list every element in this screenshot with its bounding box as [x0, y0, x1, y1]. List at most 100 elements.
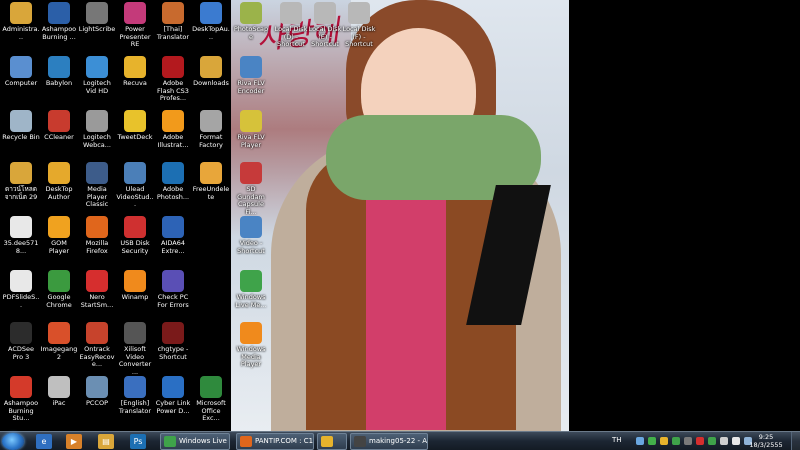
desktop-icon[interactable]: Babylon [40, 56, 78, 88]
desktop-icon[interactable]: Riva FLV Player [232, 110, 270, 149]
desktop-icon[interactable]: Ulead VideoStud... [116, 162, 154, 209]
media-player-quicklaunch-icon[interactable]: ▶ [66, 434, 82, 449]
desktop-icon[interactable]: Power Presenter RE [116, 2, 154, 49]
recycle-bin-icon [10, 110, 32, 132]
desktop-icon[interactable]: ดาวน์โหลดจากเน็ต 29 [2, 162, 40, 201]
desktop-icon[interactable]: [Thai] Translator [154, 2, 192, 41]
volume-icon[interactable] [732, 437, 740, 445]
desktop-icon[interactable]: LightScribe [78, 2, 116, 34]
desktop-icon[interactable]: Adobe Photosh... [154, 162, 192, 201]
desktop-icon[interactable]: Check PC For Errors [154, 270, 192, 309]
battery-icon[interactable] [720, 437, 728, 445]
desktop-icon[interactable]: AIDA64 Extre... [154, 216, 192, 255]
desktop-icon-label: Local Disk (F) - Shortcut [342, 25, 376, 48]
desktop-icon-label: Adobe Flash CS3 Profes... [157, 79, 189, 102]
desktop-icon[interactable]: Recuva [116, 56, 154, 88]
desktop-icon[interactable]: USB Disk Security [116, 216, 154, 255]
desktop-icon[interactable]: Local Disk (E) - Shortcut [306, 2, 344, 49]
photoshop-quicklaunch-icon[interactable]: Ps [130, 434, 146, 449]
desktop-icon[interactable]: Administra... [2, 2, 40, 41]
desktop-icon[interactable]: Microsoft Office Exc... [192, 376, 230, 423]
desktop-icon[interactable]: Windows Media Player [232, 322, 270, 369]
language-indicator[interactable]: TH [612, 436, 622, 444]
desktop-icon[interactable]: CCleaner [40, 110, 78, 142]
tray-app-icon[interactable] [660, 437, 668, 445]
desktop-icon[interactable]: [English] Translator [116, 376, 154, 415]
desktop-icon-label: Imagegang2 [40, 345, 78, 361]
desktop-icon[interactable]: Riva FLV Encoder [232, 56, 270, 95]
tray-app-icon-2[interactable] [684, 437, 692, 445]
desktop-icon[interactable]: Recycle Bin [2, 110, 40, 142]
desktop-icon[interactable]: Adobe Illustrat... [154, 110, 192, 149]
desktop-icon[interactable]: DeskTopAu... [192, 2, 230, 41]
desktop-icon[interactable]: PDFSlideS... [2, 270, 40, 309]
start-button[interactable] [2, 433, 24, 450]
taskbar: e ▶ ▤ Ps Windows Live Me... PANTIP.COM : … [0, 431, 800, 450]
translator-icon [124, 376, 146, 398]
desktop-icon[interactable]: Format Factory [192, 110, 230, 149]
media-player-icon [86, 162, 108, 184]
desktop-icon[interactable]: Google Chrome [40, 270, 78, 309]
desktop-icon-label: AIDA64 Extre... [161, 239, 185, 255]
desktop-icon-label: Winamp [121, 293, 149, 301]
taskbar-task-button[interactable] [317, 433, 347, 450]
messenger-tray-icon[interactable] [672, 437, 680, 445]
security-tray-icon[interactable] [696, 437, 704, 445]
internet-explorer-icon[interactable]: e [36, 434, 52, 449]
taskbar-task-button[interactable]: Windows Live Me... [160, 433, 230, 450]
desktop-icon[interactable]: Logitech Webca... [78, 110, 116, 149]
desktop-icon[interactable]: Mozilla Firefox [78, 216, 116, 255]
desktop-icon[interactable]: TweetDeck [116, 110, 154, 142]
update-tray-icon[interactable] [708, 437, 716, 445]
desktop-icon[interactable]: FreeUndelete [192, 162, 230, 201]
desktop-icon[interactable]: chgtype - Shortcut [154, 322, 192, 361]
desktop-icon-label: SD Gundam Capsule Fi... [237, 185, 265, 216]
desktop-icon[interactable]: Local Disk (F) - Shortcut [340, 2, 378, 49]
desktop-icon-label: Logitech Webca... [83, 133, 111, 149]
desktop-icon[interactable]: Ashampoo Burning Stu... [2, 376, 40, 423]
desktop-icon[interactable]: Xilisoft Video Converter ... [116, 322, 154, 376]
desktop-icon[interactable]: Cyber Link Power D... [154, 376, 192, 415]
desktop-icon[interactable]: Video - Shortcut [232, 216, 270, 255]
desktop-icon[interactable]: Local Disk (D) - Shortcut [272, 2, 310, 49]
desktop-icon-label: Power Presenter RE [119, 25, 151, 48]
riva-player-icon [240, 110, 262, 132]
riva-icon [240, 56, 262, 78]
desktop-icon[interactable]: Winamp [116, 270, 154, 302]
taskbar-task-button[interactable]: PANTIP.COM : C1... [236, 433, 314, 450]
system-clock[interactable]: 9:25 18/3/2555 [746, 433, 786, 449]
desktop-icon[interactable]: DeskTop Author [40, 162, 78, 201]
antivirus-icon[interactable] [648, 437, 656, 445]
desktop-icon[interactable]: Windows Live Me... [232, 270, 270, 309]
explorer-folder-icon[interactable]: ▤ [98, 434, 114, 449]
desktop-icon[interactable]: iPac [40, 376, 78, 408]
network-icon[interactable] [636, 437, 644, 445]
desktop-icon-label: FreeUndelete [192, 185, 230, 201]
cyberlink-icon [162, 376, 184, 398]
desktop-icon[interactable]: Media Player Classic [78, 162, 116, 209]
desktop-icon[interactable]: Nero StartSm... [78, 270, 116, 309]
taskbar-task-button[interactable]: making05-22 - A... [350, 433, 428, 450]
desktop-icon-label: PCCOP [85, 399, 109, 407]
desktop-icon[interactable]: GOM Player [40, 216, 78, 255]
desktop-icon[interactable]: Imagegang2 [40, 322, 78, 361]
desktop-icon[interactable]: Ashampoo Burning ... [40, 2, 78, 41]
folder-icon [10, 2, 32, 24]
desktop-icon[interactable]: Adobe Flash CS3 Profes... [154, 56, 192, 103]
desktop-icon[interactable]: ACDSee Pro 3 [2, 322, 40, 361]
desktop-icon[interactable]: 35.dee5718... [2, 216, 40, 255]
desktop-icon-label: Ontrack EasyRecove... [79, 345, 115, 368]
desktop-icon-label: USB Disk Security [120, 239, 150, 255]
desktop-icon[interactable]: Logitech Vid HD [78, 56, 116, 95]
desktop-icon[interactable]: PhotoScape [232, 2, 270, 41]
desktop-icon[interactable]: Computer [2, 56, 40, 88]
show-desktop-button[interactable] [791, 432, 800, 450]
desktop-icon[interactable]: Ontrack EasyRecove... [78, 322, 116, 369]
desktop-author-icon [48, 162, 70, 184]
nero-icon [86, 270, 108, 292]
desktop-icon[interactable]: Downloads [192, 56, 230, 88]
desktop-icon[interactable]: SD Gundam Capsule Fi... [232, 162, 270, 216]
usb-security-icon [124, 216, 146, 238]
desktop-icon-label: Recuva [123, 79, 147, 87]
desktop-icon[interactable]: PCCOP [78, 376, 116, 408]
